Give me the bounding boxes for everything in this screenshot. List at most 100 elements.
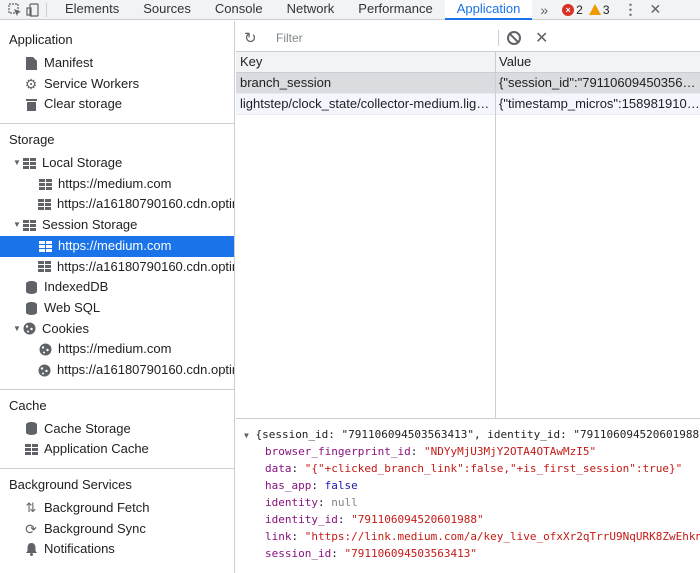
sidebar-item-label: Service Workers: [44, 75, 140, 91]
sidebar-item-label: https://medium.com: [58, 237, 172, 253]
object-property: browser_fingerprint_id: "NDYyMjU3MjY2OTA…: [265, 445, 597, 458]
storage-grid-icon: [38, 260, 51, 274]
database-icon: [24, 422, 38, 436]
expand-arrow-icon[interactable]: ▼: [12, 319, 22, 340]
storage-grid-icon: [38, 198, 51, 212]
sidebar-item-indexeddb[interactable]: IndexedDB: [0, 277, 234, 298]
tab-elements[interactable]: Elements: [53, 0, 131, 20]
sidebar-item-notifications[interactable]: Notifications: [0, 539, 234, 560]
property-key: link: [265, 530, 292, 543]
object-summary-text: {session_id: "791106094503563413", ident…: [255, 428, 700, 441]
section-application: Application: [9, 32, 73, 47]
document-icon: [24, 56, 38, 70]
object-property: data: "{"+clicked_branch_link":false,"+i…: [265, 462, 683, 475]
sidebar-item-label: Background Fetch: [44, 500, 150, 515]
object-property: session_id: "791106094503563413": [265, 547, 477, 560]
property-value: "791106094520601988": [351, 513, 484, 526]
table-row[interactable]: lightstep/clock_state/collector-medium.l…: [236, 94, 700, 115]
sidebar-item-cookies[interactable]: ▼ Cookies: [0, 319, 234, 340]
column-header-value[interactable]: Value: [495, 52, 700, 72]
cookie-icon: [38, 343, 52, 357]
sidebar-item-label: https://medium.com: [58, 341, 172, 357]
object-summary[interactable]: ▼ {session_id: "791106094503563413", ide…: [236, 426, 700, 443]
sidebar-item-label: Session Storage: [42, 217, 138, 233]
delete-selected-icon[interactable]: ✕: [535, 28, 548, 48]
table-row[interactable]: branch_session {"session_id":"7911060945…: [236, 73, 700, 94]
cookie-icon: [38, 363, 51, 377]
sidebar-item-label: IndexedDB: [44, 279, 109, 295]
filter-input[interactable]: [270, 28, 490, 48]
application-sidebar: Application Manifest ⚙ Service Workers C…: [0, 21, 235, 573]
sidebar-item-label: Cookies: [42, 320, 89, 336]
cell-key: lightstep/clock_state/collector-medium.l…: [240, 96, 495, 111]
tab-performance[interactable]: Performance: [346, 0, 444, 20]
property-key: data: [265, 462, 292, 475]
property-key: browser_fingerprint_id: [265, 445, 411, 458]
sidebar-item-label: Application Cache: [44, 441, 149, 457]
sidebar-item-label: https://a16180790160.cdn.optimizely.com: [57, 258, 234, 274]
section-cache: Cache: [9, 397, 47, 413]
close-devtools-icon[interactable]: ✕: [650, 1, 662, 18]
tab-network[interactable]: Network: [275, 0, 347, 20]
expand-arrow-icon[interactable]: ▼: [12, 153, 22, 174]
expand-arrow-icon[interactable]: ▼: [12, 215, 22, 236]
sidebar-item-background-sync[interactable]: ⟳ Background Sync: [0, 519, 234, 540]
tab-console[interactable]: Console: [203, 0, 275, 20]
sidebar-item-local-optimizely[interactable]: https://a16180790160.cdn.optimizely.com: [0, 194, 234, 215]
collapse-arrow-icon[interactable]: ▼: [244, 431, 249, 440]
property-key: identity_id: [265, 513, 338, 526]
sidebar-item-session-storage[interactable]: ▼ Session Storage: [0, 215, 234, 236]
error-count-badge[interactable]: × 2: [562, 3, 583, 17]
sidebar-item-cookies-medium[interactable]: https://medium.com: [0, 339, 234, 360]
sidebar-item-cookies-optimizely[interactable]: https://a16180790160.cdn.optimizely.com: [0, 360, 234, 381]
warning-count: 3: [602, 2, 610, 17]
sidebar-item-manifest[interactable]: Manifest: [0, 53, 234, 74]
inspect-element-icon[interactable]: [6, 2, 24, 18]
warning-count-badge[interactable]: 3: [588, 2, 610, 17]
sidebar-item-label: Web SQL: [44, 299, 101, 315]
sidebar-item-clear-storage[interactable]: Clear storage: [0, 94, 234, 115]
column-resizer[interactable]: [495, 52, 496, 418]
sidebar-item-session-medium[interactable]: https://medium.com: [0, 235, 234, 257]
tab-sources[interactable]: Sources: [131, 0, 203, 20]
error-icon: ×: [562, 3, 575, 16]
sidebar-item-application-cache[interactable]: Application Cache: [0, 439, 234, 460]
sidebar-item-local-storage[interactable]: ▼ Local Storage: [0, 153, 234, 174]
storage-grid-icon: [24, 443, 38, 457]
sidebar-item-service-workers[interactable]: ⚙ Service Workers: [0, 74, 234, 95]
column-header-key[interactable]: Key: [236, 52, 495, 72]
storage-toolbar: ↻ ✕: [236, 27, 700, 49]
cell-value: {"timestamp_micros":1589819100000}: [499, 96, 700, 111]
storage-grid-icon: [38, 239, 52, 253]
sidebar-divider: [0, 468, 234, 469]
sidebar-item-label: https://a16180790160.cdn.optimizely.com: [57, 196, 234, 212]
device-toolbar-icon[interactable]: [24, 2, 42, 18]
sidebar-item-background-fetch[interactable]: ⇅ Background Fetch: [0, 498, 234, 519]
property-value: "https://link.medium.com/a/key_live_ofxX…: [304, 530, 700, 543]
refresh-icon[interactable]: ↻: [244, 29, 260, 47]
storage-grid-icon: [38, 177, 52, 191]
sidebar-item-label: Notifications: [44, 541, 115, 557]
property-value: "791106094503563413": [344, 547, 477, 560]
clear-all-icon[interactable]: [507, 31, 521, 45]
cookie-icon: [22, 322, 36, 336]
table-header: Key Value: [236, 52, 700, 73]
object-property: has_app: false: [265, 479, 358, 492]
sidebar-item-label: https://medium.com: [58, 175, 172, 191]
database-icon: [24, 301, 38, 315]
sidebar-item-websql[interactable]: Web SQL: [0, 298, 234, 319]
customize-menu-icon[interactable]: ⋮: [624, 1, 638, 18]
property-key: identity: [265, 496, 318, 509]
more-tabs-button[interactable]: »: [532, 2, 556, 18]
property-value: "NDYyMjU3MjY2OTA4OTAwMzI5": [423, 445, 597, 458]
sidebar-item-local-medium[interactable]: https://medium.com: [0, 174, 234, 195]
tab-application[interactable]: Application: [444, 0, 533, 20]
sidebar-divider: [0, 388, 234, 390]
object-property: link: "https://link.medium.com/a/key_liv…: [236, 528, 700, 545]
sidebar-item-cache-storage[interactable]: Cache Storage: [0, 419, 234, 440]
error-count: 2: [576, 2, 583, 17]
sidebar-item-label: https://a16180790160.cdn.optimizely.com: [57, 361, 234, 377]
toolbar-divider: [46, 2, 47, 17]
sidebar-item-session-optimizely[interactable]: https://a16180790160.cdn.optimizely.com: [0, 257, 234, 278]
trash-icon: [24, 98, 38, 112]
